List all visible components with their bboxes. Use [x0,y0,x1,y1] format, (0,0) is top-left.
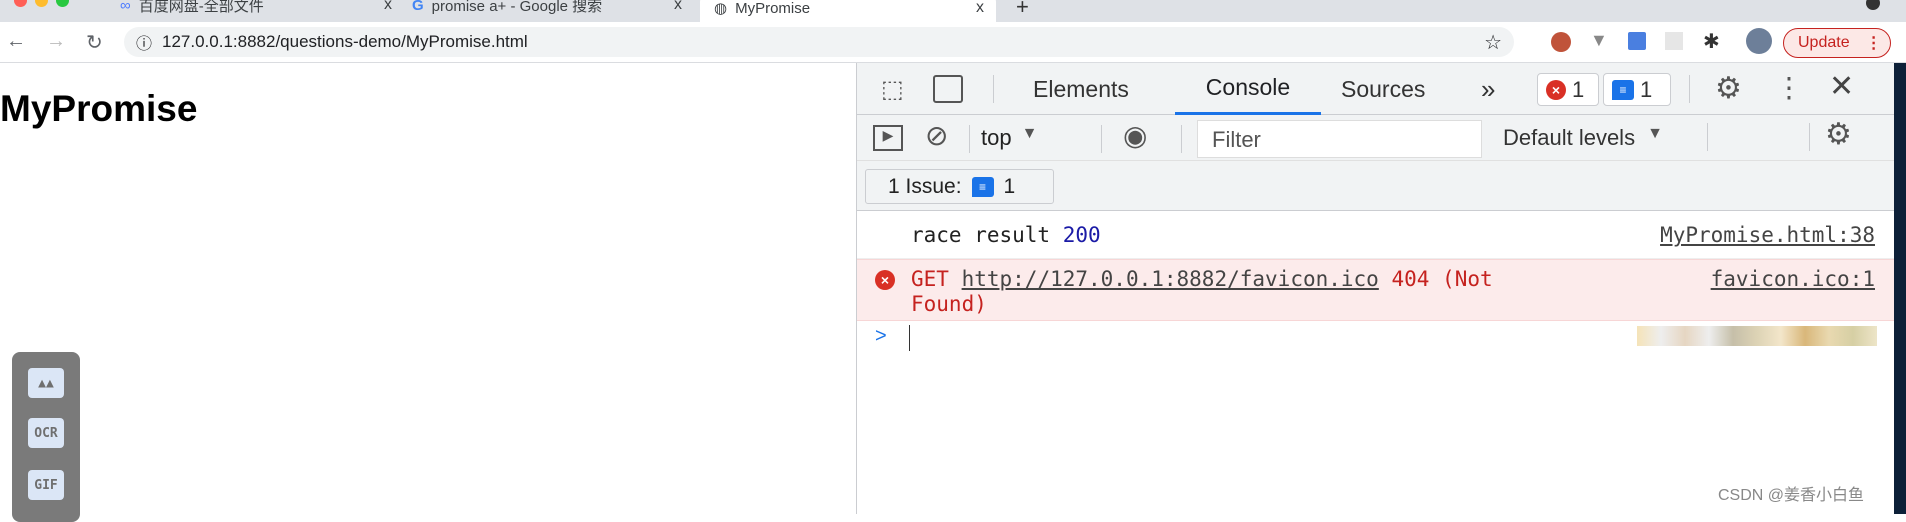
tab-console[interactable]: Console [1175,63,1321,115]
extension-icon[interactable] [1665,32,1683,50]
gif-button[interactable]: GIF [28,470,64,500]
device-toolbar-icon[interactable] [933,75,963,103]
devtools-tabbar: ⬚ Elements Console Sources » × 1 ≡ 1 ⚙ ⋮ ✕ [857,63,1895,115]
address-bar[interactable]: ⓘ 127.0.0.1:8882/questions-demo/MyPromis… [124,27,1514,57]
new-tab-button[interactable]: + [1016,0,1029,20]
background-editor-strip [1894,63,1906,514]
divider [993,75,994,103]
kebab-menu-icon: ⋮ [1865,35,1882,52]
vue-devtools-icon[interactable]: ▼ [1590,30,1608,51]
issues-bar: 1 Issue: ≡ 1 [857,161,1895,346]
globe-icon: ◍ [714,0,728,17]
back-icon[interactable]: ← [6,30,26,53]
console-settings-gear-icon[interactable]: ⚙ [1825,117,1852,152]
context-selector[interactable]: top ▼ [981,125,1037,151]
close-tab-icon[interactable]: x [976,0,984,17]
divider [1707,123,1708,151]
log-value: 200 [1062,223,1101,247]
side-tool-widget: ▲▲ OCR GIF [12,352,80,522]
close-tab-icon[interactable]: x [674,0,682,14]
divider [1101,125,1102,153]
settings-gear-icon[interactable]: ⚙ [1715,71,1742,106]
blurred-region [1637,326,1877,346]
maximize-window-button[interactable] [56,0,69,7]
error-counter[interactable]: × 1 [1537,73,1599,106]
close-window-button[interactable] [14,0,27,7]
watermark: CSDN @姜香小白鱼 [1718,487,1865,504]
error-icon: × [1546,79,1566,100]
more-options-icon[interactable]: ⋮ [1775,71,1803,104]
message-icon: ≡ [971,176,994,197]
divider [1809,123,1810,151]
info-icon: ⓘ [136,36,153,53]
live-expression-eye-icon[interactable]: ◉ [1123,119,1147,152]
image-icon[interactable]: ▲▲ [28,368,64,398]
divider [969,125,970,153]
tab-sources[interactable]: Sources [1341,63,1425,115]
forward-icon[interactable]: → [46,30,66,53]
console-input[interactable] [909,325,910,351]
extension-icon[interactable] [1551,32,1571,52]
error-message: GET http://127.0.0.1:8882/favicon.ico 40… [911,267,1493,316]
translate-icon[interactable] [1628,32,1646,50]
console-prompt-icon: > [875,325,887,347]
console-error-row: × GET http://127.0.0.1:8882/favicon.ico … [857,259,1895,321]
log-message: race result 200 [911,223,1101,247]
log-levels-dropdown[interactable]: Default levels ▼ [1503,125,1663,151]
dropdown-arrow-icon: ▼ [1021,125,1038,142]
more-tabs-icon[interactable]: » [1481,63,1495,115]
browser-tab-google[interactable]: Gpromise a+ - Google 搜索 x [412,0,682,16]
error-icon: × [875,270,895,290]
source-link[interactable]: favicon.ico:1 [1711,267,1875,291]
dropdown-arrow-icon: ▼ [1647,125,1663,142]
divider [1689,75,1690,103]
google-icon: G [412,0,424,14]
extensions-puzzle-icon[interactable]: ✱ [1703,29,1720,54]
tab-strip: ∞ 百度网盘-全部文件 x Gpromise a+ - Google 搜索 x ◍ My… [0,0,1906,22]
error-url-link[interactable]: http://127.0.0.1:8882/favicon.ico [962,267,1379,291]
console-log-row: race result 200 MyPromise.html:38 [857,212,1895,259]
filter-input[interactable]: Filter [1197,120,1482,158]
browser-tab-baidu[interactable]: ∞ 百度网盘-全部文件 x [120,0,392,16]
page-title: MyPromise [0,88,198,129]
inspect-element-icon[interactable]: ⬚ [881,75,904,104]
message-icon: ≡ [1612,79,1634,100]
issues-button[interactable]: 1 Issue: ≡ 1 [865,169,1054,204]
source-link[interactable]: MyPromise.html:38 [1660,223,1875,247]
update-button[interactable]: Update ⋮ [1783,28,1891,58]
message-counter[interactable]: ≡ 1 [1603,73,1671,106]
clear-console-icon[interactable]: ⊘ [925,119,948,152]
browser-tab-mypromise[interactable]: ◍ MyPromise x [700,0,996,22]
window-controls [14,0,69,7]
toolbar: ← → ↻ ⓘ 127.0.0.1:8882/questions-demo/My… [0,22,1906,63]
reload-icon[interactable]: ↻ [86,30,103,55]
devtools-panel: ⬚ Elements Console Sources » × 1 ≡ 1 ⚙ ⋮ ✕… [856,63,1895,514]
profile-avatar[interactable] [1746,28,1772,54]
ocr-button[interactable]: OCR [28,418,64,448]
divider [1181,125,1182,153]
close-devtools-icon[interactable]: ✕ [1829,69,1854,104]
console-toolbar: ▶ ⊘ top ▼ ◉ Filter Default levels ▼ ⚙ [857,115,1895,161]
tab-search-icon[interactable] [1866,0,1880,10]
close-tab-icon[interactable]: x [384,0,392,14]
bookmark-star-icon[interactable]: ☆ [1484,30,1502,55]
baidu-icon: ∞ [120,0,131,14]
minimize-window-button[interactable] [35,0,48,7]
tab-elements[interactable]: Elements [1033,63,1129,115]
sidebar-toggle-icon[interactable]: ▶ [873,125,903,151]
